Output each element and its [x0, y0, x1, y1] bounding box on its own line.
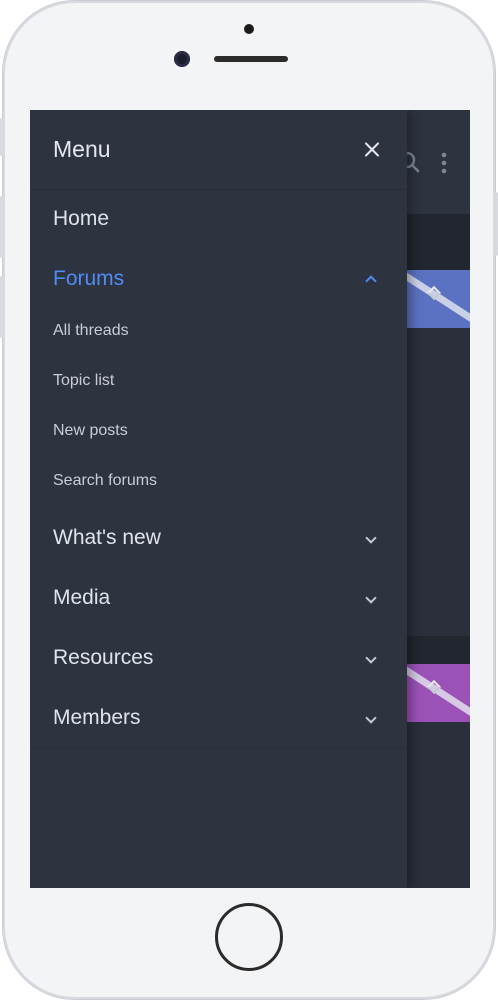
phone-sensor	[244, 24, 254, 34]
nav-item-label: What's new	[53, 526, 161, 549]
sub-item-label: New posts	[53, 422, 128, 439]
chevron-down-icon[interactable]	[365, 532, 377, 544]
chevron-up-icon[interactable]	[365, 275, 377, 287]
drawer-title: Menu	[53, 136, 111, 162]
phone-power-button	[494, 192, 498, 256]
sub-item-label: All threads	[53, 322, 129, 339]
nav-item-label: Resources	[53, 646, 154, 669]
phone-speaker	[214, 56, 288, 62]
nav-item-label: Media	[53, 586, 111, 609]
screen: Menu Home Forums All threads Topic list …	[30, 110, 470, 888]
divider	[30, 748, 407, 749]
phone-volume-up	[0, 196, 4, 258]
sub-item-all-threads[interactable]: All threads	[30, 308, 407, 358]
nav-item-whats-new[interactable]: What's new	[30, 509, 407, 569]
forum-category-body	[407, 328, 470, 636]
sub-item-label: Topic list	[53, 372, 115, 389]
nav-item-media[interactable]: Media	[30, 569, 407, 629]
chevron-down-icon[interactable]	[365, 592, 377, 604]
close-icon[interactable]	[360, 138, 384, 162]
chevron-down-icon[interactable]	[365, 712, 377, 724]
nav-item-label: Members	[53, 706, 141, 729]
nav-item-label: Home	[53, 207, 110, 230]
forum-category-header-blue[interactable]	[407, 270, 470, 328]
sub-item-search-forums[interactable]: Search forums	[30, 458, 407, 508]
forum-category-header-purple[interactable]	[407, 664, 470, 722]
nav-item-forums[interactable]: Forums	[30, 250, 407, 310]
navigation-drawer: Menu Home Forums All threads Topic list …	[30, 110, 407, 888]
drawer-header: Menu	[30, 110, 407, 190]
phone-camera	[174, 51, 190, 67]
sub-item-label: Search forums	[53, 472, 158, 489]
nav-item-members[interactable]: Members	[30, 689, 407, 749]
phone-mute-switch	[0, 118, 4, 156]
phone-volume-down	[0, 276, 4, 338]
forum-category-body	[407, 722, 470, 888]
more-vertical-icon[interactable]	[440, 152, 448, 178]
sub-item-topic-list[interactable]: Topic list	[30, 358, 407, 408]
chevron-down-icon[interactable]	[365, 652, 377, 664]
phone-home-button[interactable]	[215, 903, 283, 971]
sub-item-new-posts[interactable]: New posts	[30, 408, 407, 458]
nav-item-label: Forums	[53, 267, 125, 290]
nav-item-home[interactable]: Home	[30, 190, 407, 250]
nav-item-resources[interactable]: Resources	[30, 629, 407, 689]
